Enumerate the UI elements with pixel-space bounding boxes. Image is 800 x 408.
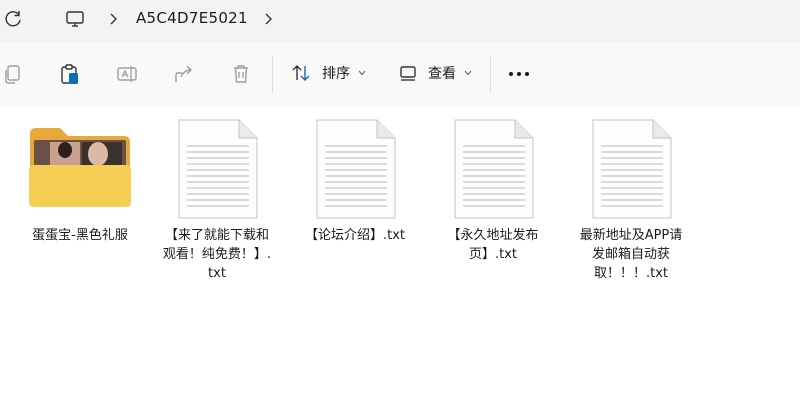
view-button[interactable]: 查看: [398, 58, 472, 88]
folder-icon: [20, 112, 140, 224]
text-file-icon: [433, 112, 553, 224]
toolbar-divider: [272, 56, 273, 92]
delete-icon[interactable]: [229, 62, 253, 86]
file-item-txt[interactable]: 【来了就能下载和观看！纯免费！】.txt: [157, 112, 277, 283]
view-icon: [400, 66, 416, 81]
toolbar-divider: [490, 56, 491, 92]
sort-label: 排序: [322, 66, 350, 82]
sort-icon: [292, 65, 310, 81]
monitor-icon[interactable]: [64, 8, 86, 30]
file-name: 【论坛介绍】.txt: [304, 228, 406, 243]
file-name: 蛋蛋宝-黑色礼服: [32, 228, 128, 243]
more-icon[interactable]: [509, 72, 529, 76]
view-label: 查看: [428, 66, 456, 82]
file-name: 【永久地址发布页】.txt: [447, 228, 539, 262]
text-file-icon: [157, 112, 277, 224]
refresh-icon[interactable]: [2, 8, 24, 30]
text-file-icon: [295, 112, 415, 224]
file-item-txt[interactable]: 【永久地址发布页】.txt: [433, 112, 553, 264]
paste-icon[interactable]: [58, 62, 82, 86]
rename-icon[interactable]: [115, 62, 139, 86]
address-bar: A5C4D7E5021: [0, 0, 800, 42]
share-icon[interactable]: [172, 62, 196, 86]
text-file-icon: [571, 112, 691, 224]
chevron-down-icon: [464, 70, 472, 76]
copy-icon[interactable]: [2, 62, 26, 86]
file-item-folder[interactable]: 蛋蛋宝-黑色礼服: [20, 112, 140, 245]
chevron-right-icon[interactable]: [107, 11, 119, 27]
file-name: 【来了就能下载和观看！纯免费！】.txt: [162, 228, 272, 281]
sort-button[interactable]: 排序: [290, 58, 366, 88]
command-bar: 排序 查看: [0, 42, 800, 106]
breadcrumb-segment[interactable]: A5C4D7E5021: [136, 9, 248, 27]
chevron-down-icon: [358, 70, 366, 76]
file-item-txt[interactable]: 最新地址及APP请发邮箱自动获取！！！.txt: [571, 112, 691, 283]
file-name: 最新地址及APP请发邮箱自动获取！！！.txt: [579, 228, 683, 281]
chevron-right-icon[interactable]: [262, 11, 274, 27]
file-item-txt[interactable]: 【论坛介绍】.txt: [295, 112, 415, 245]
